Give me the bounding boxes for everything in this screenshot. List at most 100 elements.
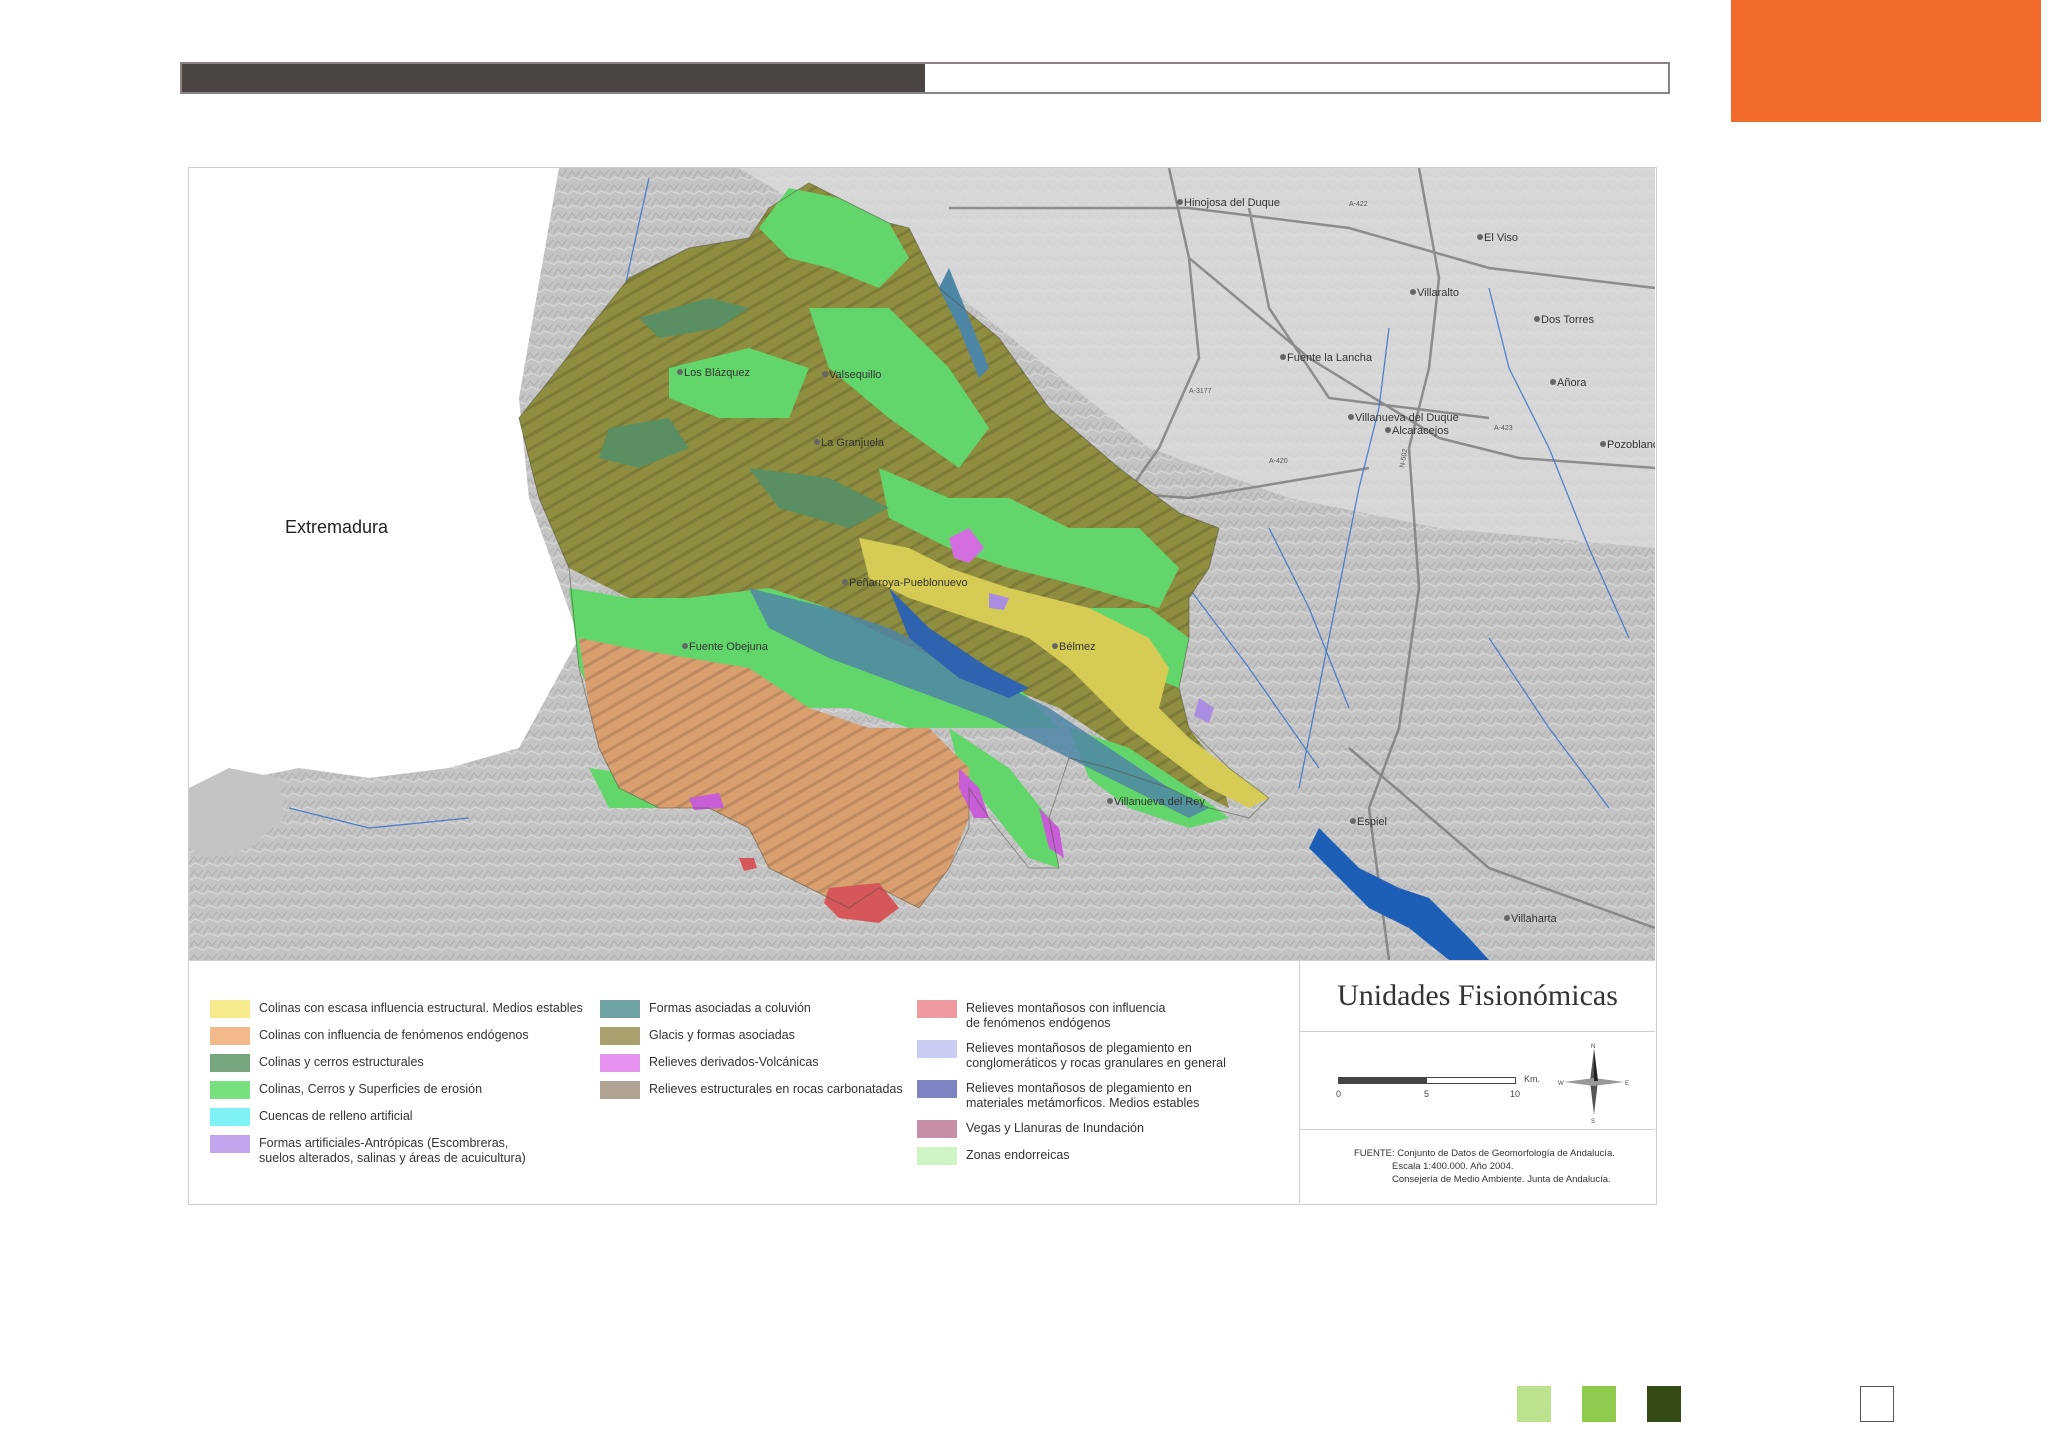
town-marker [1550, 379, 1556, 385]
town-marker [1280, 354, 1286, 360]
compass-rose-icon: N S E W [1558, 1044, 1629, 1123]
footer-empty-square [1860, 1386, 1894, 1422]
road-label: A-420 [1269, 458, 1288, 465]
legend-label-line: Formas asociadas a coluvión [649, 1001, 811, 1015]
town-marker [1350, 818, 1356, 824]
legend-item: Vegas y Llanuras de Inundación [917, 1120, 1144, 1138]
map-title: Unidades Fisionómicas [1300, 961, 1655, 1032]
town-label: Bélmez [1059, 641, 1096, 653]
town-label: Alcaracejos [1392, 425, 1449, 437]
footer-color-square-3 [1647, 1386, 1681, 1422]
progress-bar [180, 62, 1670, 94]
town-marker [814, 439, 820, 445]
town-label: Añora [1557, 377, 1587, 389]
legend-item: Cuencas de relleno artificial [210, 1108, 413, 1126]
legend-label-line: Colinas, Cerros y Superficies de erosión [259, 1082, 483, 1096]
scale-unit: Km. [1524, 1074, 1541, 1084]
legend-label-line: materiales metámorficos. Medios estables [966, 1096, 1200, 1110]
town-marker [677, 369, 683, 375]
town-marker [1534, 316, 1540, 322]
legend-label: Formas artificiales-Antrópicas (Escombre… [259, 1136, 526, 1166]
map-svg: Extremadura Hinojosa del Duque El Viso Vil… [189, 168, 1655, 960]
town-label: Pozoblanco [1607, 439, 1655, 451]
legend-swatch [917, 1120, 957, 1138]
town-label: Dos Torres [1541, 314, 1594, 326]
legend-item: Glacis y formas asociadas [600, 1027, 795, 1045]
legend-swatch [210, 1054, 250, 1072]
legend-swatch [917, 1147, 957, 1165]
town-label: El Viso [1484, 232, 1518, 244]
legend-swatch [600, 1054, 640, 1072]
compass-n: N [1591, 1044, 1595, 1050]
scale-tick-10: 10 [1510, 1089, 1521, 1099]
legend-label-line: Relieves montañosos con influencia [966, 1001, 1166, 1015]
legend-item: Relieves derivados-Volcánicas [600, 1054, 819, 1072]
footer-color-square-2 [1582, 1386, 1616, 1422]
legend-label: Colinas, Cerros y Superficies de erosión [259, 1082, 482, 1097]
footer-color-square-1 [1517, 1386, 1551, 1422]
legend-label: Relieves estructurales en rocas carbonat… [649, 1082, 903, 1097]
scale-and-compass: 0 5 10 Km. N S E W [1300, 1031, 1655, 1130]
source-line-1: FUENTE: Conjunto de Datos de Geomorfolog… [1354, 1148, 1615, 1159]
scale-tick-0: 0 [1336, 1089, 1342, 1099]
town-marker [1177, 199, 1183, 205]
compass-s: S [1591, 1119, 1595, 1123]
town-label: Peñarroya-Pueblonuevo [849, 577, 968, 589]
legend-swatch [917, 1000, 957, 1018]
legend-label: Zonas endorreicas [966, 1148, 1070, 1163]
legend-swatch [210, 1027, 250, 1045]
legend-label: Colinas con escasa influencia estructura… [259, 1001, 583, 1016]
legend-label-line: Relieves montañosos de plegamiento en [966, 1041, 1192, 1055]
town-label: Villanueva del Rey [1114, 796, 1205, 808]
legend-label: Relieves montañosos con influencia de fen… [966, 1001, 1165, 1031]
legend-swatch [600, 1081, 640, 1099]
legend-swatch [600, 1000, 640, 1018]
legend-item: Colinas con escasa influencia estructura… [210, 1000, 583, 1018]
town-marker [1410, 289, 1416, 295]
legend-swatch [917, 1080, 957, 1098]
legend-label: Relieves montañosos de plegamiento en mat… [966, 1081, 1199, 1111]
legend-item: Relieves montañosos con influencia de fen… [917, 1000, 1165, 1031]
town-marker [1477, 234, 1483, 240]
town-marker [1600, 441, 1606, 447]
town-marker [1385, 427, 1391, 433]
town-label: Villaralto [1417, 287, 1459, 299]
legend-label-line: Colinas con escasa influencia estructura… [259, 1001, 583, 1015]
town-label: Espiel [1357, 816, 1387, 828]
source-note: FUENTE: Conjunto de Datos de Geomorfolog… [1300, 1129, 1655, 1203]
legend-label: Formas asociadas a coluvión [649, 1001, 811, 1016]
legend-swatch [210, 1000, 250, 1018]
legend-item: Zonas endorreicas [917, 1147, 1070, 1165]
town-marker [842, 579, 848, 585]
town-marker [682, 643, 688, 649]
legend-item: Colinas y cerros estructurales [210, 1054, 424, 1072]
compass-e: E [1625, 1081, 1629, 1087]
legend-label-line: Vegas y Llanuras de Inundación [966, 1121, 1144, 1135]
legend-label: Vegas y Llanuras de Inundación [966, 1121, 1144, 1136]
corner-color-tab [1731, 0, 2041, 122]
legend-label: Cuencas de relleno artificial [259, 1109, 413, 1124]
town-marker [1504, 915, 1510, 921]
title-panel: Unidades Fisionómicas 0 5 10 Km. N S E W [1299, 961, 1655, 1203]
legend-label-line: Formas artificiales-Antrópicas (Escombre… [259, 1136, 509, 1150]
town-marker [1348, 414, 1354, 420]
legend-label-line: Relieves montañosos de plegamiento en [966, 1081, 1192, 1095]
town-label: Fuente la Lancha [1287, 352, 1373, 364]
legend-swatch [210, 1135, 250, 1153]
legend-label-line: Relieves estructurales en rocas carbonat… [649, 1082, 903, 1096]
legend-label-line: Colinas con influencia de fenómenos endó… [259, 1028, 529, 1042]
road-label: A-3177 [1189, 388, 1212, 395]
legend-item: Colinas, Cerros y Superficies de erosión [210, 1081, 482, 1099]
compass-w: W [1558, 1081, 1564, 1087]
region-label-extremadura: Extremadura [285, 517, 389, 537]
legend-label-line: conglomeráticos y rocas granulares en ge… [966, 1056, 1226, 1070]
legend-swatch [210, 1081, 250, 1099]
road-label: A-422 [1349, 201, 1368, 208]
legend-label-line: Glacis y formas asociadas [649, 1028, 795, 1042]
town-label: Villanueva del Duque [1355, 412, 1459, 424]
map-figure: Extremadura Hinojosa del Duque El Viso Vil… [188, 167, 1657, 1205]
map-canvas: Extremadura Hinojosa del Duque El Viso Vil… [189, 168, 1655, 960]
legend-swatch [917, 1040, 957, 1058]
legend-label: Colinas con influencia de fenómenos endó… [259, 1028, 529, 1043]
town-label: La Granjuela [821, 437, 885, 449]
